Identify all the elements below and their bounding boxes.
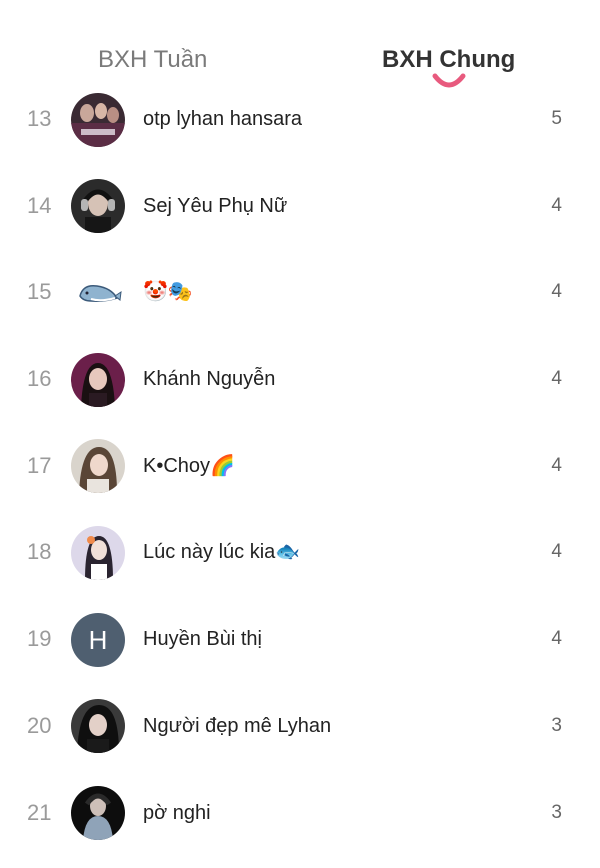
user-score: 4 (551, 281, 562, 303)
user-name: pờ nghi (143, 801, 211, 824)
tab-weekly-ranking[interactable]: BXH Tuần (98, 44, 207, 76)
user-name: Khánh Nguyễn (143, 368, 276, 391)
rank-number: 15 (27, 279, 52, 305)
user-name: K•Choy🌈 (143, 454, 235, 477)
rank-number: 16 (27, 366, 52, 392)
ranking-row[interactable]: 19 H Huyền Bùi thị 4 (0, 596, 600, 683)
rank-number: 13 (27, 106, 52, 131)
user-name: Huyền Bùi thị (143, 628, 262, 651)
photo-portrait-lavender-icon[interactable] (71, 525, 125, 580)
rank-number: 20 (27, 712, 52, 738)
ranking-row[interactable]: 14 Sej Yêu Phụ Nữ 4 (0, 163, 600, 250)
rank-number: 19 (27, 626, 52, 652)
user-score: 4 (551, 368, 562, 390)
ranking-list: 13 otp lyhan hansara 5 14 Sej Yêu Phụ Nữ… (0, 76, 600, 856)
user-score: 3 (551, 714, 562, 736)
ranking-row[interactable]: 16 Khánh Nguyễn 4 (0, 336, 600, 423)
photo-group-icon[interactable] (71, 92, 125, 147)
user-name: 🤡🎭 (143, 281, 193, 304)
photo-headphones-icon[interactable] (71, 179, 125, 234)
rank-number: 18 (27, 539, 52, 565)
ranking-row[interactable]: 13 otp lyhan hansara 5 (0, 76, 600, 163)
ranking-row[interactable]: 15 🤡🎭 4 (0, 249, 600, 336)
photo-portrait-pink-icon[interactable] (71, 352, 125, 407)
user-name: otp lyhan hansara (143, 108, 303, 130)
rank-number: 17 (27, 452, 52, 478)
user-name: Sej Yêu Phụ Nữ (143, 194, 288, 217)
user-score: 4 (551, 194, 562, 216)
user-score: 4 (551, 454, 562, 476)
photo-portrait-black-icon[interactable] (71, 786, 125, 840)
rank-number: 21 (27, 799, 52, 825)
user-score: 3 (551, 801, 562, 823)
rank-number: 14 (27, 192, 52, 218)
photo-portrait-light-icon[interactable] (71, 439, 125, 494)
user-name: Người đẹp mê Lyhan (143, 714, 332, 737)
cartoon-whale-icon[interactable] (71, 265, 125, 320)
ranking-row[interactable]: 20 Người đẹp mê Lyhan 3 (0, 683, 600, 770)
leaderboard-screen: BXH Tuần BXH Chung 13 otp lyhan hansara … (0, 0, 600, 868)
photo-portrait-dark-icon[interactable] (71, 699, 125, 754)
ranking-row[interactable]: 18 Lúc này lúc kia🐟 4 (0, 509, 600, 596)
user-score: 4 (551, 541, 562, 563)
user-name: Lúc này lúc kia🐟 (143, 541, 301, 564)
ranking-row[interactable]: 17 K•Choy🌈 4 (0, 423, 600, 510)
user-score: 4 (551, 628, 562, 650)
user-score: 5 (551, 108, 562, 129)
letter-avatar-icon[interactable]: H (71, 612, 125, 667)
ranking-row[interactable]: 21 pờ nghi 3 (0, 770, 600, 857)
